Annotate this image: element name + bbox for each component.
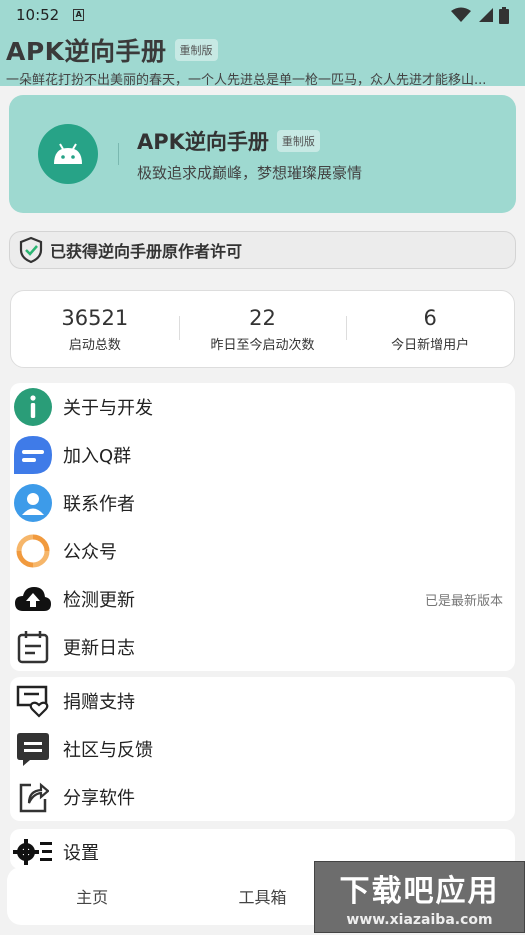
menu-group-support: 捐赠支持 社区与反馈 分享软件 xyxy=(10,677,515,821)
gear-icon xyxy=(13,832,53,869)
cloud-upload-icon xyxy=(13,579,53,619)
stat-value: 6 xyxy=(423,305,437,330)
info-icon xyxy=(13,387,53,427)
share-icon xyxy=(13,777,53,817)
stat-value: 22 xyxy=(249,305,276,330)
menu-item-donate[interactable]: 捐赠支持 xyxy=(10,677,515,725)
calendar-icon xyxy=(13,627,53,667)
stat-total-launches: 36521 启动总数 xyxy=(11,306,179,353)
stat-label: 今日新增用户 xyxy=(391,337,470,353)
stats-card: 36521 启动总数 22 昨日至今启动次数 6 今日新增用户 xyxy=(10,290,515,368)
menu-label: 设置 xyxy=(63,843,99,864)
shield-check-icon xyxy=(19,236,43,264)
menu-label: 分享软件 xyxy=(63,788,135,809)
stat-value: 36521 xyxy=(61,305,129,330)
notification-a-icon: A xyxy=(73,9,85,21)
wifi-icon xyxy=(451,7,471,22)
menu-label: 捐赠支持 xyxy=(63,692,135,713)
watermark-big-text: 下载吧应用 xyxy=(339,874,500,909)
user-avatar-icon xyxy=(13,483,53,523)
menu-label: 联系作者 xyxy=(63,494,135,515)
menu-item-contact[interactable]: 联系作者 xyxy=(10,479,515,527)
stat-launches-since-yesterday: 22 昨日至今启动次数 xyxy=(178,305,347,353)
hero-subtitle: 极致追求成巅峰，梦想璀璨展豪情 xyxy=(137,163,363,182)
android-logo-icon xyxy=(38,124,98,184)
donate-heart-icon xyxy=(13,681,53,721)
menu-label: 关于与开发 xyxy=(63,398,153,419)
hero-text: APK逆向手册 重制版 极致追求成巅峰，梦想璀璨展豪情 xyxy=(137,126,362,183)
stat-label: 启动总数 xyxy=(68,337,121,353)
edition-badge: 重制版 xyxy=(174,39,218,61)
message-square-icon xyxy=(13,729,53,769)
status-icons xyxy=(451,6,509,24)
menu-item-qq-group[interactable]: 加入Q群 xyxy=(10,431,515,479)
chat-bubble-icon xyxy=(13,435,53,475)
permission-banner[interactable]: 已获得逆向手册原作者许可 xyxy=(9,231,516,269)
app-header: APK逆向手册 重制版 一朵鲜花打扮不出美丽的春天，一个人先进总是单一枪一匹马，… xyxy=(0,30,525,88)
update-status-text: 已是最新版本 xyxy=(424,593,503,609)
menu-item-about[interactable]: 关于与开发 xyxy=(10,383,515,431)
menu-item-wechat[interactable]: 公众号 xyxy=(10,527,515,575)
status-time: 10:52 xyxy=(16,6,60,24)
hero-divider xyxy=(118,143,119,165)
menu-item-share[interactable]: 分享软件 xyxy=(10,773,515,821)
watermark-url: www.xiazaiba.com xyxy=(346,912,493,928)
official-account-icon xyxy=(13,531,53,571)
menu-item-check-update[interactable]: 检测更新 已是最新版本 xyxy=(10,575,515,623)
stat-label: 昨日至今启动次数 xyxy=(210,337,315,353)
watermark-logo: 下载吧应用 www.xiazaiba.com xyxy=(314,861,525,933)
hero-title: APK逆向手册 xyxy=(137,129,269,154)
menu-label: 公众号 xyxy=(63,542,117,563)
status-bar: 10:52 A xyxy=(0,0,525,30)
hero-card: APK逆向手册 重制版 极致追求成巅峰，梦想璀璨展豪情 xyxy=(9,95,516,213)
battery-icon xyxy=(499,6,509,24)
menu-label: 更新日志 xyxy=(63,638,135,659)
permission-text: 已获得逆向手册原作者许可 xyxy=(50,242,243,261)
menu-label: 社区与反馈 xyxy=(63,740,153,761)
menu-label: 检测更新 xyxy=(63,590,135,611)
signal-icon xyxy=(479,8,493,22)
stat-new-users-today: 6 今日新增用户 xyxy=(346,306,514,353)
menu-item-changelog[interactable]: 更新日志 xyxy=(10,623,515,671)
menu-label: 加入Q群 xyxy=(63,446,132,467)
hero-badge: 重制版 xyxy=(276,129,320,152)
app-title: APK逆向手册 xyxy=(6,37,167,66)
marquee-text: 一朵鲜花打扮不出美丽的春天，一个人先进总是单一枪一匹马，众人先进才能移山... xyxy=(6,73,487,88)
menu-item-community[interactable]: 社区与反馈 xyxy=(10,725,515,773)
menu-group-main: 关于与开发 加入Q群 联系作者 公众号 检测更新 已是最新版本 更新日志 xyxy=(10,383,515,671)
tab-home[interactable]: 主页 xyxy=(7,884,177,908)
